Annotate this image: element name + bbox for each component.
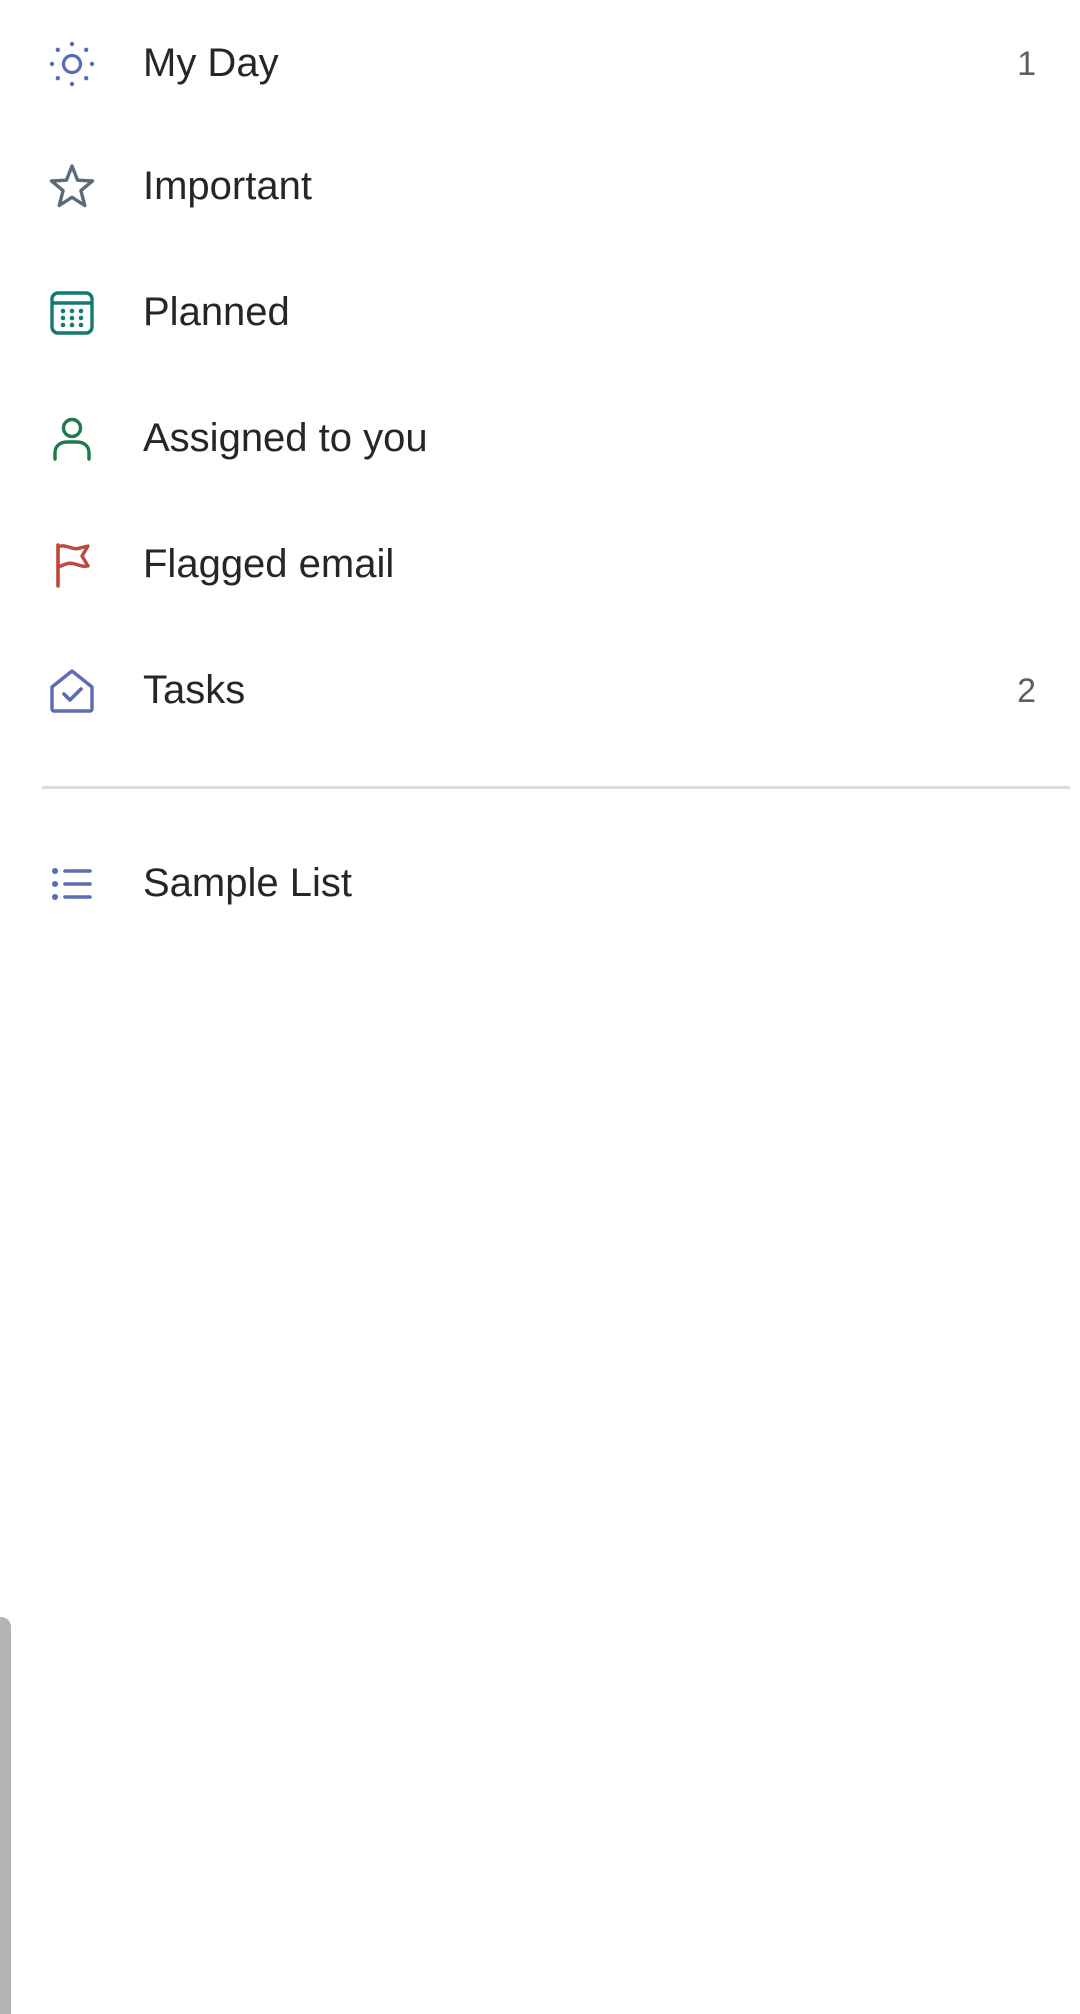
nav-item-flagged-email[interactable]: Flagged email	[0, 501, 1080, 627]
nav-item-label: Tasks	[143, 668, 246, 712]
nav-item-label: Planned	[143, 290, 290, 334]
person-icon	[44, 415, 100, 463]
section-divider	[42, 786, 1070, 789]
nav-item-count: 1	[1017, 45, 1036, 83]
nav-item-label: Important	[143, 164, 312, 208]
home-check-icon	[44, 667, 100, 715]
nav-item-label: Flagged email	[143, 542, 395, 586]
drawer-edge-handle[interactable]	[0, 1617, 11, 2014]
list-icon	[44, 860, 100, 908]
sun-icon	[44, 40, 100, 88]
nav-item-count: 2	[1017, 672, 1036, 710]
list-item-label: Sample List	[143, 861, 352, 905]
calendar-icon	[44, 289, 100, 337]
nav-item-assigned-to-you[interactable]: Assigned to you	[0, 375, 1080, 501]
flag-icon	[44, 541, 100, 589]
nav-item-label: My Day	[143, 41, 279, 85]
nav-item-planned[interactable]: Planned	[0, 249, 1080, 375]
nav-item-important[interactable]: Important	[0, 123, 1080, 249]
nav-item-my-day[interactable]: My Day 1	[0, 0, 1080, 126]
nav-item-label: Assigned to you	[143, 416, 428, 460]
star-icon	[44, 163, 100, 211]
list-item-sample-list[interactable]: Sample List	[0, 820, 1080, 946]
nav-item-tasks[interactable]: Tasks 2	[0, 627, 1080, 753]
